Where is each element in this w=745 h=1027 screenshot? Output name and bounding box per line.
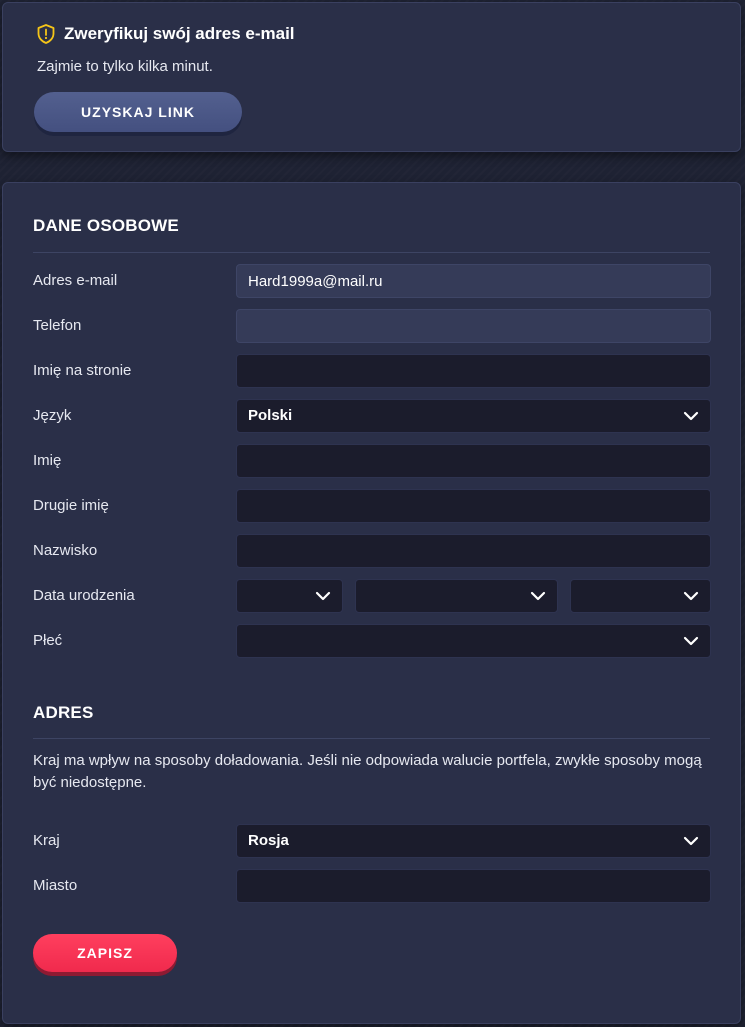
profile-form-card: DANE OSOBOWE Adres e-mail Telefon Imię n… bbox=[2, 182, 741, 1024]
first-name-label: Imię bbox=[33, 452, 62, 469]
chevron-down-icon bbox=[315, 591, 331, 601]
email-label: Adres e-mail bbox=[33, 272, 118, 289]
personal-section-title: DANE OSOBOWE bbox=[33, 216, 179, 235]
gender-select[interactable] bbox=[236, 624, 711, 658]
save-button[interactable]: ZAPISZ bbox=[33, 934, 177, 972]
nickname-label: Imię na stronie bbox=[33, 362, 132, 379]
birth-year-select[interactable] bbox=[570, 579, 711, 613]
chevron-down-icon bbox=[683, 636, 699, 646]
address-divider bbox=[33, 738, 710, 739]
chevron-down-icon bbox=[683, 411, 699, 421]
phone-label: Telefon bbox=[33, 317, 82, 334]
phone-field[interactable] bbox=[236, 309, 711, 343]
personal-divider bbox=[33, 252, 710, 253]
middle-name-label: Drugie imię bbox=[33, 497, 109, 514]
language-label: Język bbox=[33, 407, 72, 424]
shield-warning-icon bbox=[37, 24, 55, 44]
chevron-down-icon bbox=[530, 591, 546, 601]
verify-title-text: Zweryfikuj swój adres e-mail bbox=[64, 24, 295, 43]
chevron-down-icon bbox=[683, 836, 699, 846]
middle-name-field[interactable] bbox=[236, 489, 711, 523]
birth-month-select[interactable] bbox=[355, 579, 558, 613]
verify-email-card: Zweryfikuj swój adres e-mail Zajmie to t… bbox=[2, 2, 741, 152]
email-field[interactable] bbox=[236, 264, 711, 298]
language-select[interactable]: Polski bbox=[236, 399, 711, 433]
first-name-field[interactable] bbox=[236, 444, 711, 478]
country-select[interactable]: Rosja bbox=[236, 824, 711, 858]
language-select-value: Polski bbox=[248, 407, 293, 424]
city-label: Miasto bbox=[33, 877, 78, 894]
verify-subtitle: Zajmie to tylko kilka minut. bbox=[37, 58, 213, 75]
get-link-button[interactable]: UZYSKAJ LINK bbox=[34, 92, 242, 132]
birth-date-label: Data urodzenia bbox=[33, 587, 135, 604]
address-note: Kraj ma wpływ na sposoby doładowania. Je… bbox=[33, 752, 702, 791]
gender-label: Płeć bbox=[33, 632, 63, 649]
birth-day-select[interactable] bbox=[236, 579, 343, 613]
country-label: Kraj bbox=[33, 832, 60, 849]
address-section-title: ADRES bbox=[33, 703, 94, 722]
country-select-value: Rosja bbox=[248, 832, 289, 849]
chevron-down-icon bbox=[683, 591, 699, 601]
nickname-field[interactable] bbox=[236, 354, 711, 388]
verify-title: Zweryfikuj swój adres e-mail bbox=[37, 24, 295, 44]
city-field[interactable] bbox=[236, 869, 711, 903]
last-name-field[interactable] bbox=[236, 534, 711, 568]
last-name-label: Nazwisko bbox=[33, 542, 98, 559]
